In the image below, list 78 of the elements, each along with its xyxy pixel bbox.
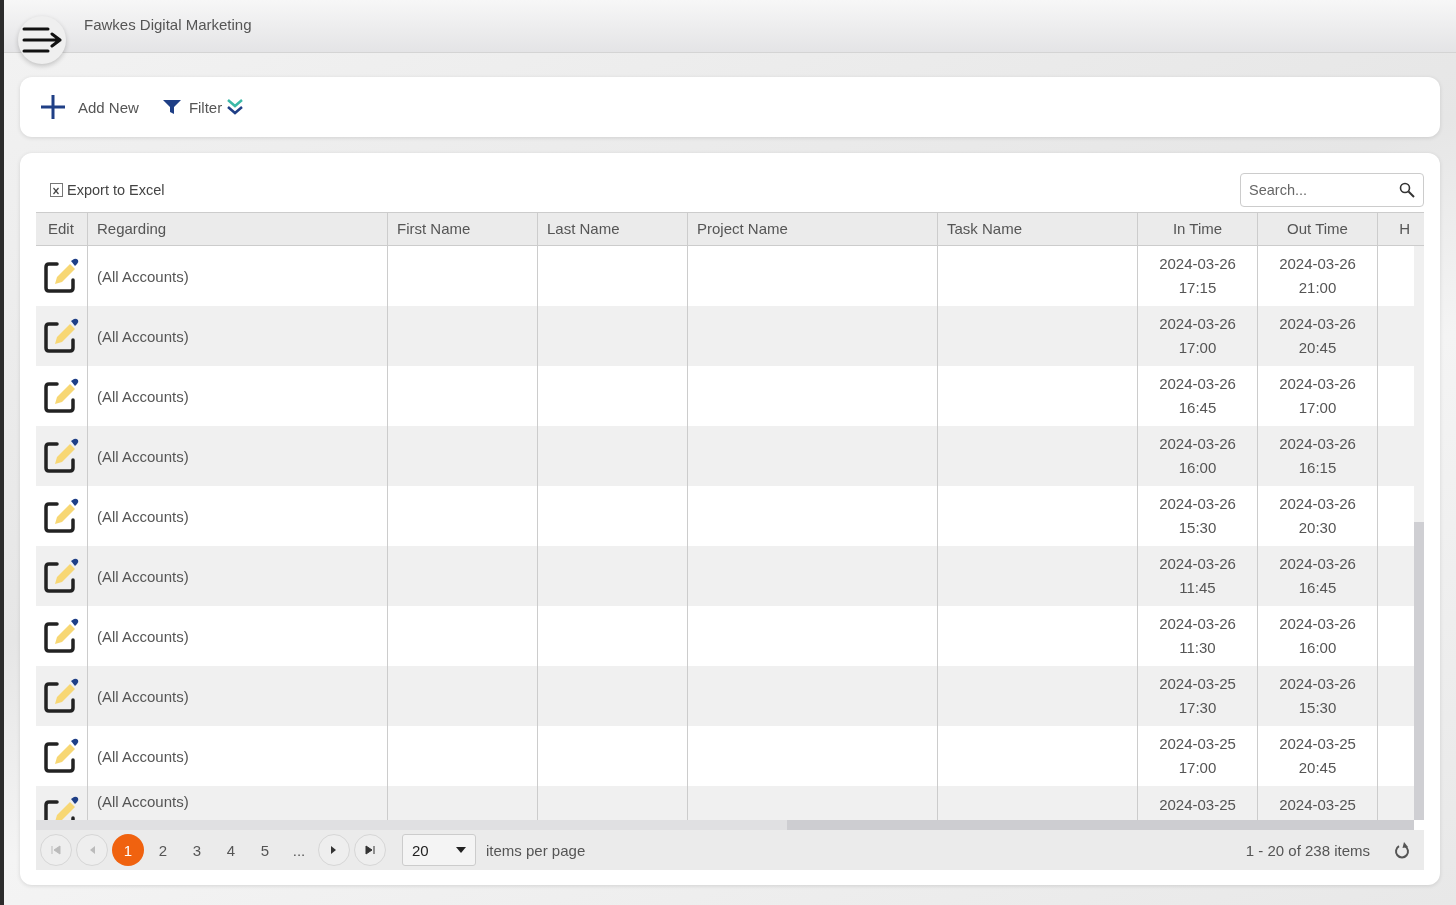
page-button[interactable]: 3 bbox=[182, 834, 212, 866]
table-cell: (All Accounts) bbox=[97, 507, 189, 525]
last-page-icon bbox=[365, 845, 375, 855]
table-cell: (All Accounts) bbox=[97, 327, 189, 345]
pager-summary: 1 - 20 of 238 items bbox=[1245, 841, 1370, 859]
column-header[interactable]: Regarding bbox=[87, 213, 387, 245]
page-size-dropdown[interactable]: 20 bbox=[402, 834, 476, 866]
table-cell-text: 2024-03-26 16:45 bbox=[1279, 554, 1356, 598]
filter-button[interactable]: Filter bbox=[162, 98, 245, 116]
table-cell: (All Accounts) bbox=[97, 567, 189, 585]
table-cell-text: 2024-03-25 bbox=[1159, 795, 1236, 815]
more-pages-button[interactable]: ... bbox=[284, 834, 314, 866]
table-cell-text: 2024-03-26 16:00 bbox=[1279, 614, 1356, 658]
left-triangle-icon bbox=[88, 845, 96, 855]
table-cell-text: 2024-03-26 15:30 bbox=[1279, 674, 1356, 718]
table-cell: (All Accounts) bbox=[97, 447, 189, 465]
table-cell-text: 2024-03-26 17:00 bbox=[1279, 374, 1356, 418]
edit-icon[interactable] bbox=[43, 738, 79, 774]
edit-icon[interactable] bbox=[43, 558, 79, 594]
table-cell-text: 2024-03-26 21:00 bbox=[1279, 254, 1356, 298]
column-header[interactable]: Edit bbox=[36, 213, 87, 245]
last-page-button[interactable] bbox=[354, 834, 386, 866]
edit-icon[interactable] bbox=[43, 438, 79, 474]
double-chevron-icon bbox=[226, 98, 245, 116]
table-cell: (All Accounts) bbox=[97, 627, 189, 645]
refresh-icon bbox=[1394, 841, 1410, 859]
page-button[interactable]: 5 bbox=[250, 834, 280, 866]
excel-file-icon bbox=[50, 183, 63, 197]
table-cell: (All Accounts) bbox=[97, 793, 189, 810]
caret-icon bbox=[456, 847, 466, 853]
table-cell-text: 2024-03-25 bbox=[1279, 795, 1356, 815]
add-new-button[interactable]: Add New bbox=[40, 94, 139, 120]
column-header[interactable]: In Time bbox=[1137, 213, 1257, 245]
column-header[interactable]: Task Name bbox=[937, 213, 1137, 245]
table-cell-text: 2024-03-25 17:30 bbox=[1159, 674, 1236, 718]
edit-icon[interactable] bbox=[43, 498, 79, 534]
column-header[interactable]: First Name bbox=[387, 213, 537, 245]
table-cell-text: 2024-03-25 17:00 bbox=[1159, 734, 1236, 778]
plus-icon bbox=[40, 94, 66, 120]
edit-icon[interactable] bbox=[43, 618, 79, 654]
table-cell-text: 2024-03-26 20:30 bbox=[1279, 494, 1356, 538]
first-page-icon bbox=[51, 845, 61, 855]
table-cell-text: 2024-03-26 17:15 bbox=[1159, 254, 1236, 298]
search-icon bbox=[1399, 182, 1415, 198]
column-header[interactable]: Project Name bbox=[687, 213, 937, 245]
table-cell: (All Accounts) bbox=[97, 747, 189, 765]
menu-button[interactable] bbox=[18, 16, 66, 64]
app-title: Fawkes Digital Marketing bbox=[84, 16, 252, 33]
search-field[interactable]: Search... bbox=[1240, 173, 1424, 207]
edit-icon[interactable] bbox=[43, 318, 79, 354]
table-cell-text: 2024-03-26 15:30 bbox=[1159, 494, 1236, 538]
table-cell-text: 2024-03-26 11:45 bbox=[1159, 554, 1236, 598]
horizontal-scrollbar[interactable] bbox=[36, 820, 1414, 830]
page-button[interactable]: 2 bbox=[148, 834, 178, 866]
table-cell: (All Accounts) bbox=[97, 687, 189, 705]
right-triangle-icon bbox=[330, 845, 338, 855]
column-header[interactable]: H bbox=[1377, 213, 1414, 245]
table-cell-text: 2024-03-26 16:45 bbox=[1159, 374, 1236, 418]
column-header[interactable]: Last Name bbox=[537, 213, 687, 245]
page-button[interactable]: 1 bbox=[112, 834, 144, 866]
edit-icon[interactable] bbox=[43, 258, 79, 294]
table-cell: (All Accounts) bbox=[97, 387, 189, 405]
funnel-icon bbox=[162, 99, 181, 115]
items-per-page-label: items per page bbox=[486, 841, 586, 859]
table-cell-text: 2024-03-26 20:45 bbox=[1279, 314, 1356, 358]
menu-icon bbox=[22, 26, 62, 54]
table-cell-text: 2024-03-26 16:00 bbox=[1159, 434, 1236, 478]
table-cell-text: 2024-03-26 11:30 bbox=[1159, 614, 1236, 658]
table-cell-text: 2024-03-25 20:45 bbox=[1279, 734, 1356, 778]
edit-icon[interactable] bbox=[43, 678, 79, 714]
table-cell-text: 2024-03-26 16:15 bbox=[1279, 434, 1356, 478]
table-cell-text: 2024-03-26 17:00 bbox=[1159, 314, 1236, 358]
export-to-excel-button[interactable]: Export to Excel bbox=[36, 182, 165, 198]
table-cell: (All Accounts) bbox=[97, 267, 189, 285]
column-header[interactable]: Out Time bbox=[1257, 213, 1377, 245]
vertical-scrollbar[interactable] bbox=[1414, 246, 1424, 820]
edit-icon[interactable] bbox=[43, 378, 79, 414]
page-button[interactable]: 4 bbox=[216, 834, 246, 866]
